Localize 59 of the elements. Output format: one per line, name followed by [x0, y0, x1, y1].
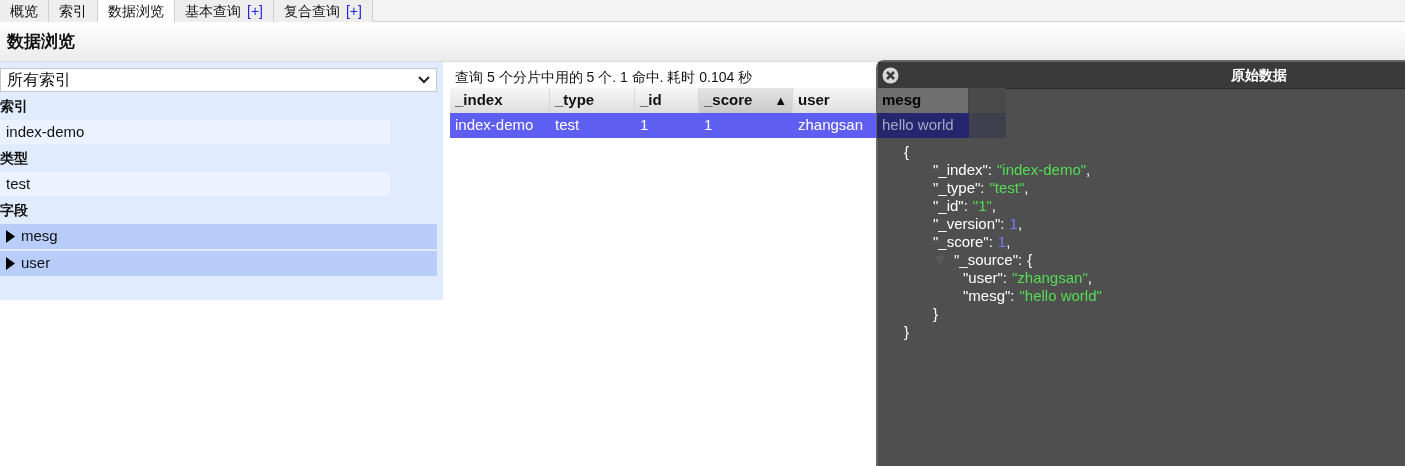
json-value: "hello world" [1019, 287, 1102, 305]
json-value: "zhangsan" [1012, 269, 1088, 287]
json-colon: : [988, 233, 993, 251]
tab[interactable]: 索引 [49, 0, 98, 22]
json-brace: { [904, 143, 909, 160]
tab[interactable]: 复合查询 [+] [273, 0, 373, 22]
json-comma: , [1024, 179, 1029, 197]
section-heading: 类型 [0, 148, 29, 168]
json-key: "_id" [933, 197, 964, 215]
close-icon[interactable] [882, 66, 899, 84]
json-comma: , [1006, 233, 1011, 251]
table-cell: hello world [877, 113, 969, 138]
json-comma: , [1087, 269, 1092, 287]
json-brace: } [904, 323, 909, 340]
table-cell-text: 1 [703, 115, 714, 136]
field-item[interactable]: user [0, 251, 437, 276]
json-key: "_index" [933, 161, 988, 179]
json-brace: } [933, 305, 938, 322]
json-brace: { [1027, 251, 1033, 269]
json-colon: : [987, 161, 993, 179]
json-key: "_source" [954, 251, 1018, 269]
json-value: "index-demo" [997, 161, 1087, 179]
section-heading: 字段 [0, 200, 29, 220]
json-comma: , [1017, 215, 1023, 233]
json-comma: , [991, 197, 996, 215]
json-colon: : [1002, 269, 1007, 287]
table-cell-text: zhangsan [797, 115, 865, 136]
json-colon: : [1000, 215, 1005, 233]
json-value: 1 [1009, 215, 1018, 233]
column-header[interactable]: _score ▲ [699, 88, 793, 113]
column-header[interactable]: mesg [877, 88, 969, 113]
index-select[interactable]: 所有索引 [0, 68, 437, 92]
json-colon: : [1018, 251, 1023, 269]
json-colon: : [1010, 287, 1015, 305]
json-colon: : [963, 197, 968, 215]
field-item[interactable]: mesg [0, 224, 437, 249]
list-item[interactable]: test [0, 172, 390, 196]
chevron-down-icon [418, 76, 430, 84]
list-item[interactable]: index-demo [0, 120, 390, 144]
json-value: "1" [972, 197, 992, 215]
query-summary: 查询 5 个分片中用的 5 个. 1 命中. 耗时 0.104 秒 [455, 68, 753, 87]
tab[interactable]: 基本查询 [+] [175, 0, 274, 22]
json-comma: , [1086, 161, 1091, 179]
table-cell-text: test [554, 115, 581, 136]
column-header[interactable]: _id [635, 88, 699, 113]
dialog-title: 原始数据 [1231, 65, 1287, 85]
section-heading: 索引 [0, 96, 29, 116]
json-colon: : [980, 179, 985, 197]
json-key: "user" [963, 269, 1003, 287]
table-cell-text: 1 [639, 115, 650, 136]
column-header[interactable]: user [793, 88, 877, 113]
json-key: "_score" [933, 233, 989, 251]
table-cell-text: index-demo [454, 115, 535, 136]
json-value: "test" [989, 179, 1025, 197]
column-header[interactable]: _index [450, 88, 550, 113]
page-title: 数据浏览 [7, 30, 75, 53]
tab[interactable]: 概览 [0, 0, 49, 22]
tab[interactable]: 数据浏览 [98, 0, 175, 23]
column-header[interactable]: _type [550, 88, 635, 113]
